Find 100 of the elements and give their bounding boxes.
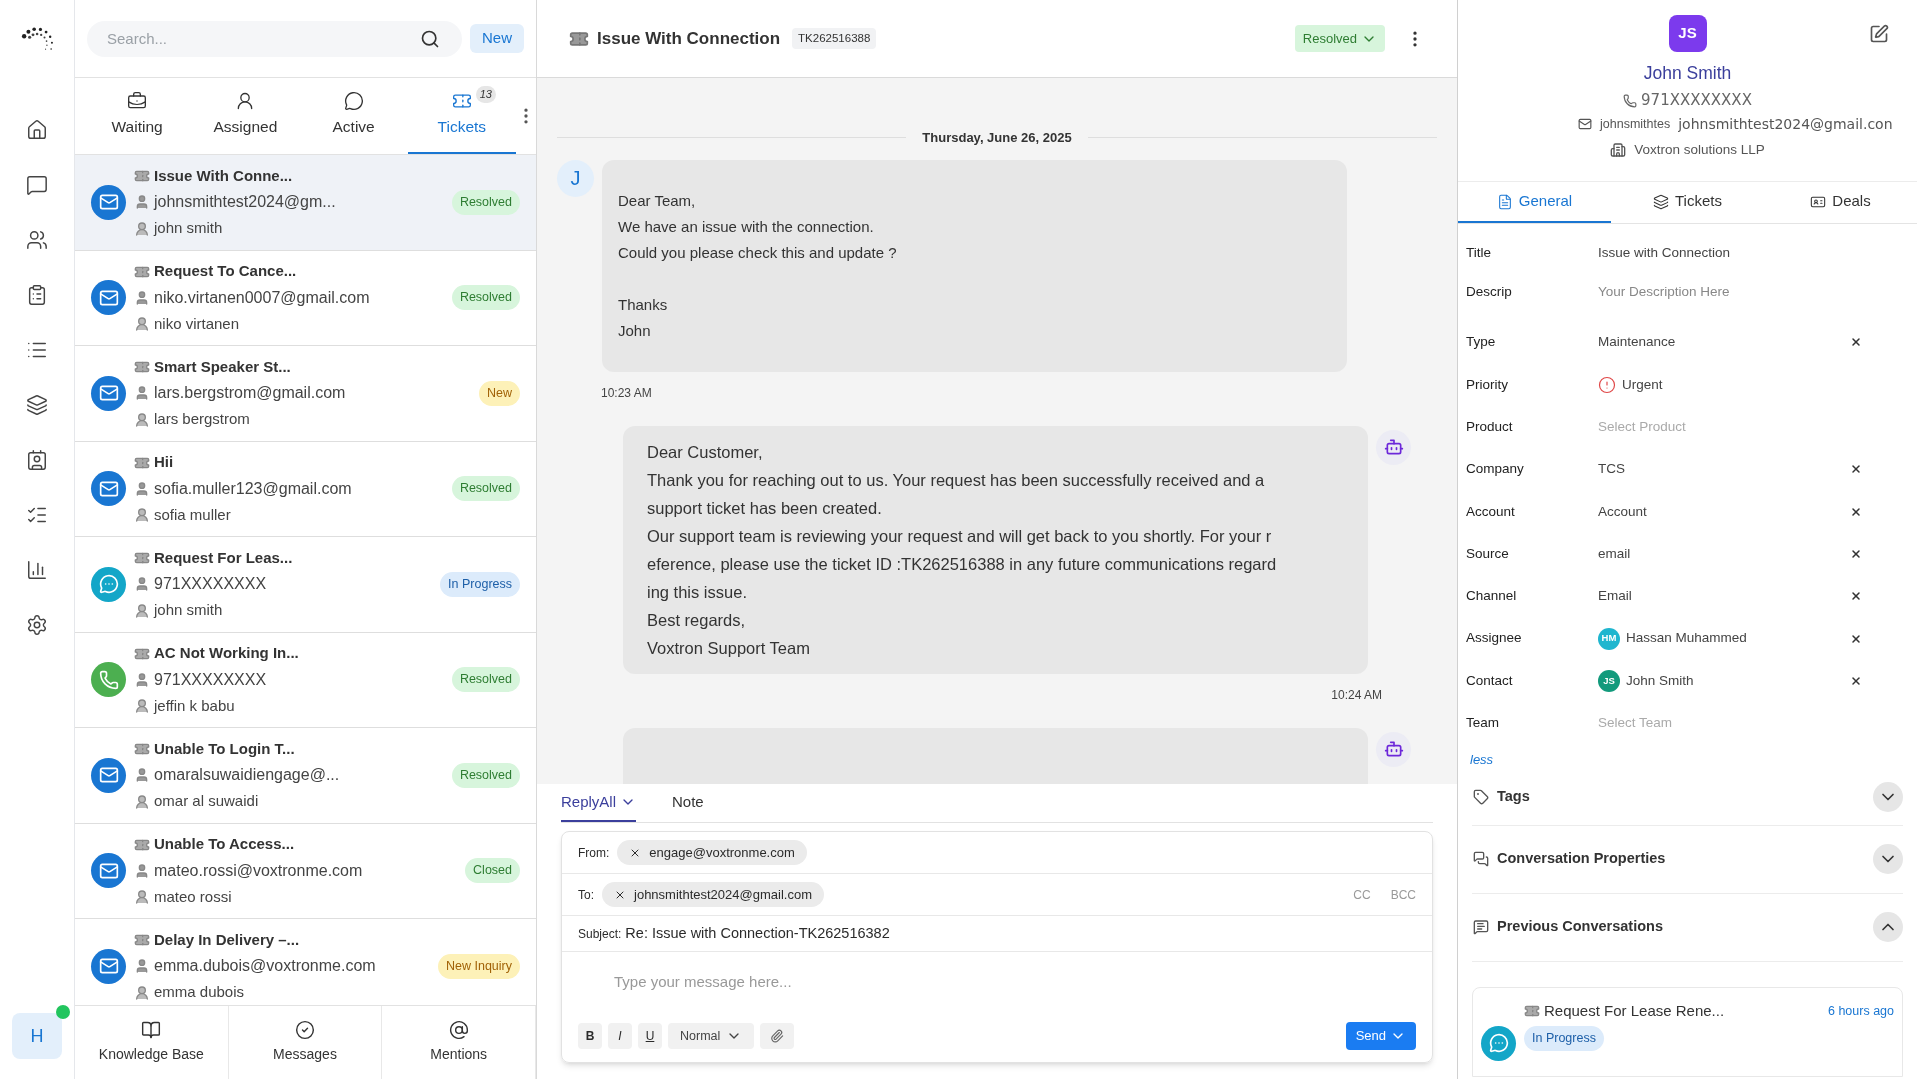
paperclip-icon [770, 1029, 784, 1043]
ticket-icon [134, 741, 150, 757]
field-label: Descrip [1466, 283, 1513, 302]
send-button[interactable]: Send [1345, 1022, 1416, 1050]
field-value[interactable]: Email [1598, 586, 1632, 607]
mail-icon [91, 757, 126, 793]
ticket-icon [134, 168, 150, 184]
status-badge: New Inquiry [438, 953, 520, 979]
tab[interactable]: Active [299, 78, 408, 154]
format-select[interactable]: Normal [668, 1023, 754, 1049]
field-value[interactable]: Urgent [1622, 374, 1663, 395]
edit-icon[interactable] [1869, 24, 1889, 44]
field-value[interactable]: Hassan Muhammed [1626, 628, 1747, 649]
detail-tab[interactable]: Deals [1764, 182, 1917, 223]
status-badge: Resolved [451, 285, 520, 311]
message-time: 10:24 AM [1331, 686, 1382, 704]
ticket-title: Request For Leas... [154, 547, 293, 568]
ticket-title: Issue With Conne... [154, 165, 293, 186]
reply-tab[interactable]: Note [672, 784, 704, 822]
chat-icon[interactable] [26, 174, 48, 196]
conversation-card[interactable]: Request For Lease Rene... 6 hours ago In Progress [1472, 986, 1903, 1077]
toggle-icon[interactable] [1873, 844, 1903, 875]
tab[interactable]: Waiting [83, 78, 192, 154]
new-button[interactable]: New [470, 24, 524, 53]
ticket-row[interactable]: Issue With Conne... johnsmithtest2024@gm... john smith Resolved [75, 155, 536, 251]
ticket-title: AC Not Working In... [154, 643, 299, 664]
chart-icon[interactable] [26, 559, 48, 581]
field-label: Company [1466, 460, 1525, 479]
search-field[interactable]: Search... [87, 20, 462, 57]
accordion-header[interactable]: Previous Conversations [1472, 893, 1903, 962]
phone-bubble-icon [91, 662, 126, 698]
to-label: To: [578, 886, 594, 904]
book-icon [141, 1020, 162, 1040]
format-button[interactable]: B [578, 1023, 602, 1049]
format-button[interactable]: I [608, 1023, 632, 1049]
status-dropdown[interactable]: Resolved [1294, 25, 1385, 52]
contact-avatar: JS [1668, 15, 1707, 52]
accordion-header[interactable]: Conversation Properties [1472, 825, 1903, 894]
mail-icon [91, 853, 126, 889]
search-icon[interactable] [420, 28, 440, 49]
contact-card-icon[interactable] [26, 449, 48, 471]
check-circle-icon [295, 1020, 315, 1040]
message-input[interactable]: Type your message here... [562, 952, 1432, 1010]
field-value[interactable]: Issue with Connection [1598, 243, 1731, 264]
settings-icon[interactable] [26, 614, 48, 636]
field-value[interactable]: email [1598, 543, 1631, 565]
detail-tab[interactable]: Tickets [1611, 182, 1764, 223]
to-chip[interactable]: johnsmithtest2024@gmail.com [602, 881, 824, 908]
status-badge: Resolved [451, 762, 520, 788]
card-title: Request For Lease Rene... [1544, 1000, 1726, 1021]
detail-tab[interactable]: General [1458, 182, 1611, 223]
clear-icon[interactable] [1850, 632, 1862, 645]
contact-text: 971XXXXXXXX [154, 574, 267, 595]
field-label: Source [1466, 544, 1510, 563]
bottom-nav-item[interactable]: Mentions [382, 1006, 536, 1079]
less-link[interactable]: less [1470, 750, 1494, 770]
user-avatar[interactable]: H [12, 1013, 62, 1059]
clear-icon[interactable] [1850, 547, 1862, 560]
accordion-header[interactable]: Tags [1472, 769, 1903, 826]
person-icon [134, 862, 150, 879]
field-placeholder[interactable]: Your Description Here [1598, 282, 1730, 303]
clipboard-icon[interactable] [26, 284, 48, 306]
building-icon [1610, 141, 1627, 158]
bottom-nav-item[interactable]: Knowledge Base [75, 1006, 229, 1079]
clear-icon[interactable] [1850, 463, 1862, 476]
reply-tab[interactable]: ReplyAll [561, 784, 637, 822]
clear-icon[interactable] [1850, 674, 1862, 687]
tab[interactable]: Assigned [191, 78, 300, 154]
message-line: Thank you for reaching out to us. Your request has been successfully received and a [647, 469, 1266, 491]
status-badge: Resolved [451, 667, 520, 693]
bottom-nav-item[interactable]: Messages [228, 1006, 383, 1079]
layers-icon[interactable] [26, 394, 48, 416]
ticket-title: Request To Cance... [154, 261, 297, 282]
chat-note-icon [1473, 919, 1489, 936]
users-icon[interactable] [26, 229, 48, 251]
agent-icon [134, 220, 150, 237]
message-line: Could you please check this and update ? [618, 242, 898, 263]
clear-icon[interactable] [1850, 590, 1862, 603]
toggle-icon[interactable] [1873, 912, 1903, 943]
mail-icon [91, 280, 126, 316]
field-value[interactable]: Account [1598, 501, 1647, 522]
field-value[interactable]: TCS [1598, 459, 1625, 480]
format-button[interactable]: U [638, 1023, 662, 1049]
home-icon[interactable] [26, 119, 48, 141]
person-avatar: JS [1598, 669, 1620, 692]
message-line: Best regards, [647, 609, 747, 631]
person-icon [134, 194, 150, 211]
from-chip[interactable]: engage@voxtronme.com [617, 839, 807, 866]
attach-button[interactable] [760, 1023, 794, 1049]
toggle-icon[interactable] [1873, 782, 1903, 813]
ticket-icon [134, 550, 150, 566]
clear-icon[interactable] [1850, 505, 1862, 518]
clear-icon[interactable] [1850, 336, 1862, 349]
field-value[interactable]: Maintenance [1598, 332, 1676, 353]
mail-icon [91, 375, 126, 411]
field-label: Assignee [1466, 629, 1523, 648]
contact-text: lars.bergstrom@gmail.com [154, 383, 346, 404]
contact-text: niko.virtanen0007@gmail.com [154, 287, 370, 308]
field-value[interactable]: John Smith [1626, 670, 1694, 691]
ticket-icon [1524, 1003, 1540, 1019]
